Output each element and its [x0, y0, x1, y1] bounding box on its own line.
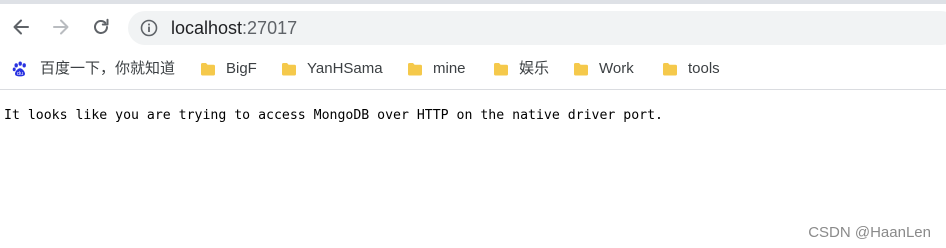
folder-icon [494, 63, 508, 76]
folder-icon [574, 63, 588, 76]
bookmark-folder-work[interactable]: Work [573, 57, 634, 81]
svg-text:du: du [17, 71, 23, 77]
reload-button[interactable] [86, 12, 116, 42]
bookmarks-bar: du 百度一下，你就知道 BigF YanHSama mine 娱乐 Work … [0, 50, 946, 90]
bookmark-folder-yanhsama[interactable]: YanHSama [281, 57, 383, 81]
page-message: It looks like you are trying to access M… [4, 108, 663, 123]
bookmark-label: 百度一下，你就知道 [40, 60, 176, 77]
bookmark-baidu[interactable]: du 百度一下，你就知道 [12, 57, 175, 81]
bookmark-label: 娱乐 [519, 60, 550, 77]
url-host: localhost [171, 18, 243, 38]
back-arrow-icon [13, 19, 29, 35]
bookmark-label: YanHSama [307, 60, 383, 77]
url-text[interactable]: localhost:27017 [171, 17, 297, 39]
bookmark-folder-bigf[interactable]: BigF [200, 57, 257, 81]
folder-icon [408, 63, 422, 76]
bookmark-label: tools [688, 60, 720, 77]
url-port: :27017 [242, 18, 298, 38]
browser-toolbar: localhost:27017 [0, 4, 946, 50]
bookmark-folder-tools[interactable]: tools [662, 57, 720, 81]
forward-button[interactable] [46, 12, 76, 42]
bookmark-folder-entertainment[interactable]: 娱乐 [493, 57, 549, 81]
info-icon[interactable] [140, 19, 158, 37]
folder-icon [201, 63, 215, 76]
back-button[interactable] [6, 12, 36, 42]
bookmark-label: BigF [226, 60, 257, 77]
watermark-text: CSDN @HaanLen [808, 224, 931, 241]
reload-icon [94, 18, 109, 34]
forward-arrow-icon [53, 19, 69, 35]
folder-icon [663, 63, 677, 76]
baidu-paw-icon: du [12, 61, 26, 77]
folder-icon [282, 63, 296, 76]
bookmark-label: mine [433, 60, 466, 77]
bookmark-label: Work [599, 60, 634, 77]
address-bar[interactable]: localhost:27017 [128, 11, 946, 45]
bookmark-folder-mine[interactable]: mine [407, 57, 466, 81]
